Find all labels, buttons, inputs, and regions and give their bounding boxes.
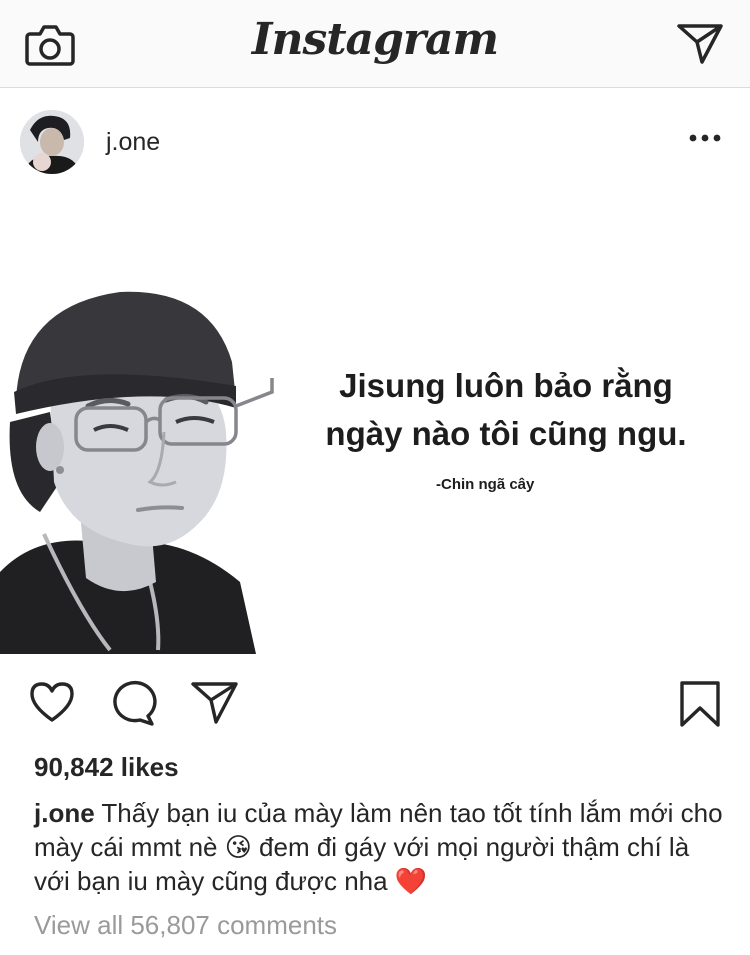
post-header: j.one: [0, 100, 750, 184]
more-options-icon[interactable]: [688, 130, 722, 148]
quote-line: Jisung luôn bảo rằng: [339, 367, 673, 404]
like-icon[interactable]: [28, 680, 76, 729]
post-username[interactable]: j.one: [106, 128, 160, 157]
caption-username[interactable]: j.one: [34, 798, 95, 828]
view-all-comments-link[interactable]: View all 56,807 comments: [34, 910, 337, 941]
image-quote: Jisung luôn bảo rằng ngày nào tôi cũng n…: [296, 362, 716, 458]
caption-text: Thấy bạn iu của mày làm nên tao tốt tính…: [34, 798, 723, 896]
post-image[interactable]: Jisung luôn bảo rằng ngày nào tôi cũng n…: [0, 186, 750, 654]
quote-line: ngày nào tôi cũng ngu.: [325, 415, 687, 452]
top-bar: Instagram: [0, 0, 750, 88]
likes-count[interactable]: 90,842 likes: [34, 752, 179, 783]
avatar[interactable]: [20, 110, 84, 174]
share-icon[interactable]: [190, 680, 240, 731]
portrait-illustration: [0, 291, 274, 654]
quote-signature: -Chin ngã cây: [436, 476, 535, 493]
save-icon[interactable]: [678, 680, 722, 733]
instagram-logo: Instagram: [251, 14, 499, 65]
post-actions: [0, 672, 750, 732]
post-caption: j.one Thấy bạn iu của mày làm nên tao tố…: [34, 796, 724, 898]
direct-message-icon[interactable]: [676, 22, 724, 71]
comment-icon[interactable]: [110, 680, 158, 731]
